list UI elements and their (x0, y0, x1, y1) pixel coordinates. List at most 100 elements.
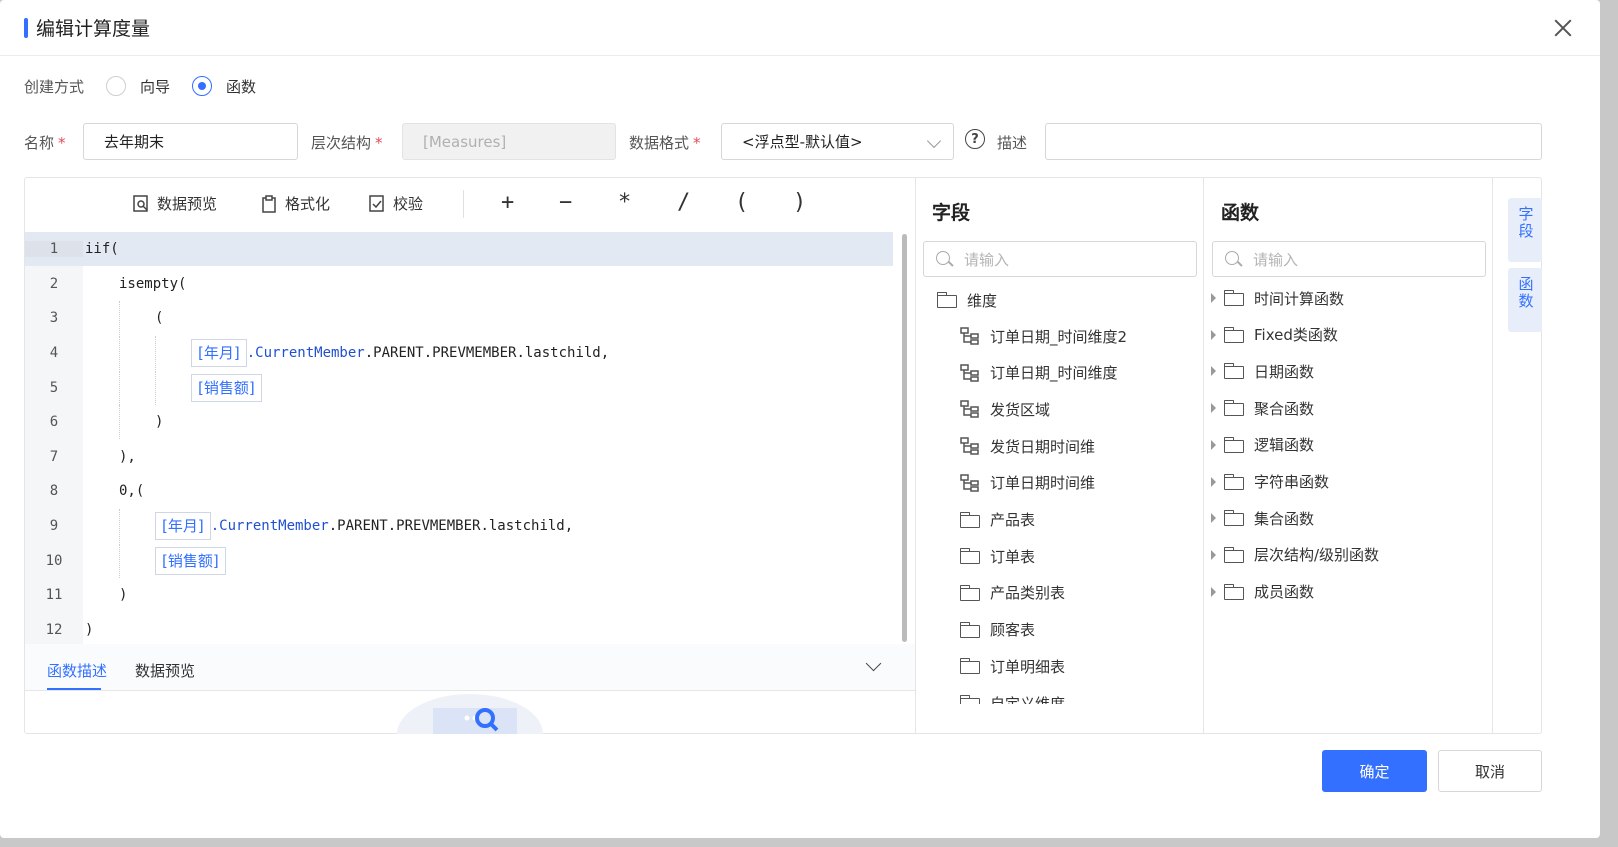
code-text: ), (119, 449, 136, 465)
code-text: iif( (85, 241, 119, 257)
tab-function-description[interactable]: 函数描述 (47, 660, 107, 681)
caret-right-icon (1211, 329, 1216, 340)
tree-item-label: 订单表 (990, 547, 1036, 566)
field-token[interactable]: [年月] (155, 512, 211, 540)
divide-operator-button[interactable]: / (677, 190, 690, 215)
cancel-button[interactable]: 取消 (1438, 750, 1542, 792)
tree-item[interactable]: 订单明细表 (960, 654, 1065, 678)
tree-item[interactable]: 订单日期_时间维度 (960, 361, 1118, 385)
search-icon (936, 251, 950, 265)
active-tab-underline (47, 688, 101, 690)
tree-item[interactable]: 自定义维度 (960, 691, 1065, 704)
tab-data-preview[interactable]: 数据预览 (135, 660, 195, 681)
hierarchy-icon (960, 327, 980, 345)
fields-tree: 维度 订单日期_时间维度2 订单日期_时间维度发货区域发货日期时间维 订单日期时间维… (916, 286, 1203, 704)
side-tab-fields[interactable]: 字段 (1508, 198, 1542, 262)
caret-right-icon (1211, 403, 1216, 414)
caret-right-icon (1211, 586, 1216, 597)
code-text: .PARENT.PREVMEMBER.lastchild, (364, 345, 610, 361)
code-line: 6 ) (25, 405, 893, 439)
tree-item[interactable]: 订单表 (960, 544, 1035, 568)
folder-icon (960, 695, 980, 704)
tree-item[interactable]: 发货日期时间维 (960, 434, 1095, 458)
tree-item-label: 产品表 (990, 511, 1036, 529)
line-number: 3 (49, 310, 59, 326)
functions-search-input[interactable]: 请输入 (1212, 241, 1486, 277)
format-button[interactable]: 格式化 (261, 193, 330, 214)
code-line: 3 ( (25, 301, 893, 335)
code-keyword: .CurrentMember (210, 518, 329, 534)
function-category-label: 日期函数 (1254, 362, 1315, 381)
format-label: 数据格式 * (629, 134, 701, 152)
tree-item[interactable]: 产品表 (960, 508, 1035, 532)
close-paren-button[interactable]: ) (793, 190, 806, 215)
format-label-text: 格式化 (285, 195, 331, 213)
indent-guide (119, 509, 155, 543)
chevron-down-icon (926, 133, 942, 149)
code-line: 8 0,( (25, 474, 893, 508)
function-category-label: 聚合函数 (1254, 399, 1315, 418)
function-category-item[interactable]: 逻辑函数 (1211, 433, 1314, 457)
name-input[interactable]: 去年期末 (83, 123, 298, 160)
editor-scrollbar[interactable] (902, 234, 907, 642)
function-category-item[interactable]: 时间计算函数 (1211, 286, 1344, 310)
side-tab-functions[interactable]: 函数 (1508, 268, 1542, 332)
tree-item[interactable]: 顾客表 (960, 618, 1035, 642)
tree-item[interactable]: 产品类别表 (960, 581, 1065, 605)
function-category-label: 字符串函数 (1254, 473, 1330, 491)
function-category-item[interactable]: 字符串函数 (1211, 470, 1329, 494)
tree-item[interactable]: 订单日期_时间维度2 (960, 324, 1127, 348)
side-tab-fields-label: 字段 (1516, 206, 1535, 240)
confirm-button[interactable]: 确定 (1322, 750, 1427, 792)
function-category-item[interactable]: 成员函数 (1211, 580, 1314, 604)
validate-button[interactable]: 校验 (369, 193, 423, 214)
tree-item[interactable]: 发货区域 (960, 397, 1050, 421)
toolbar-divider (463, 190, 464, 218)
format-select[interactable]: <浮点型-默认值> (721, 123, 954, 160)
function-category-item[interactable]: 集合函数 (1211, 506, 1314, 530)
hierarchy-icon (960, 400, 980, 419)
line-number: 8 (49, 483, 59, 499)
editor-area: 数据预览 格式化 校验 + − * / () 1 iif(2 isempty… (24, 177, 1542, 734)
code-line: 5 [销售额] (25, 371, 893, 405)
folder-icon (1224, 363, 1244, 380)
field-token[interactable]: [年月] (191, 339, 247, 367)
fields-search-input[interactable]: 请输入 (923, 241, 1197, 277)
tree-item[interactable]: 订单日期时间维 (960, 471, 1095, 495)
open-paren-button[interactable]: ( (735, 190, 748, 215)
close-icon[interactable] (1552, 17, 1574, 39)
code-text: ) (155, 414, 164, 430)
minus-operator-button[interactable]: − (559, 190, 572, 215)
function-category-item[interactable]: 日期函数 (1211, 359, 1314, 383)
folder-open-icon (937, 292, 957, 308)
bottom-tabs: 函数描述 数据预览 (25, 644, 915, 691)
indent-guide (155, 371, 191, 405)
chevron-down-icon[interactable] (865, 655, 882, 672)
help-icon[interactable]: ? (965, 129, 985, 149)
indent-guide (119, 371, 155, 405)
code-text: .PARENT.PREVMEMBER.lastchild, (328, 518, 574, 534)
plus-operator-button[interactable]: + (501, 190, 514, 215)
description-input[interactable] (1045, 123, 1542, 160)
tree-item-label: 订单日期_时间维度 (990, 364, 1118, 383)
radio-wizard[interactable]: 向导 (106, 76, 170, 97)
code-text: ) (119, 587, 128, 603)
folder-icon (1224, 290, 1244, 306)
tree-item-dimension[interactable]: 维度 (937, 288, 997, 312)
field-token[interactable]: [销售额] (155, 547, 226, 575)
function-category-item[interactable]: Fixed类函数 (1211, 323, 1338, 347)
validate-icon (369, 194, 385, 213)
caret-right-icon (1211, 476, 1216, 487)
line-number: 11 (45, 587, 63, 603)
code-editor[interactable]: 1 iif( 2 isempty( 3 ( 4 [年月] .CurrentMem… (25, 232, 907, 644)
function-category-item[interactable]: 聚合函数 (1211, 396, 1314, 420)
field-token[interactable]: [销售额] (191, 374, 262, 402)
radio-function[interactable]: 函数 (192, 76, 256, 97)
function-category-item[interactable]: 层次结构/级别函数 (1211, 543, 1379, 567)
multiply-operator-button[interactable]: * (618, 190, 631, 215)
line-number: 6 (49, 414, 59, 430)
data-preview-button[interactable]: 数据预览 (133, 193, 217, 214)
description-label: 描述 (997, 134, 1028, 152)
fields-panel: 字段 请输入 维度 订单日期_时间维度2 订单日期_时间维度 发货区域 发货日期时间维… (916, 178, 1204, 733)
folder-icon (960, 511, 980, 528)
